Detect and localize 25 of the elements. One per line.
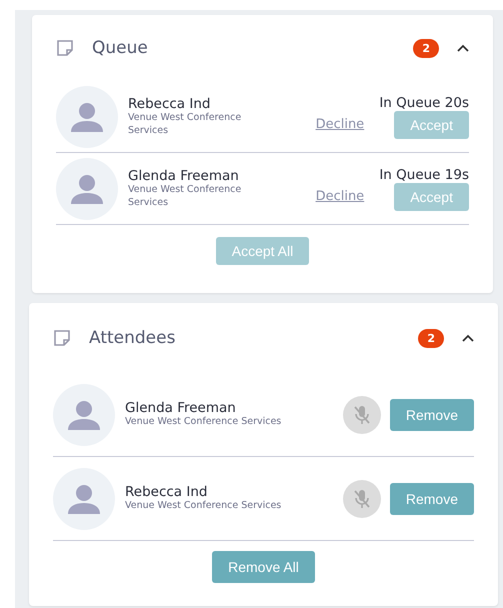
note-icon xyxy=(53,329,71,347)
remove-all-button[interactable]: Remove All xyxy=(212,551,315,583)
queue-time: In Queue 19s xyxy=(379,166,469,182)
avatar-icon xyxy=(56,86,118,148)
company-name: Venue West Conference Services xyxy=(128,184,242,209)
avatar-icon xyxy=(53,468,115,530)
avatar-icon xyxy=(53,384,115,446)
note-icon xyxy=(56,39,74,57)
avatar-icon xyxy=(56,158,118,220)
attendee-name: Glenda Freeman xyxy=(128,168,240,184)
chevron-up-icon[interactable] xyxy=(457,44,469,52)
section-title: Attendees xyxy=(89,328,176,348)
count-badge: 2 xyxy=(413,38,439,58)
queue-time: In Queue 20s xyxy=(379,94,469,110)
remove-button[interactable]: Remove xyxy=(390,482,474,514)
attendee-name: Rebecca Ind xyxy=(125,484,208,500)
remove-button[interactable]: Remove xyxy=(390,398,474,430)
chevron-up-icon[interactable] xyxy=(462,334,474,342)
company-name: Venue West Conference Services xyxy=(125,416,282,429)
count-badge: 2 xyxy=(418,328,444,348)
company-name: Venue West Conference Services xyxy=(128,112,242,137)
section-title: Queue xyxy=(92,38,149,58)
attendee-name: Glenda Freeman xyxy=(125,400,237,416)
attendee-name: Rebecca Ind xyxy=(128,96,212,112)
company-name: Venue West Conference Services xyxy=(125,500,282,513)
